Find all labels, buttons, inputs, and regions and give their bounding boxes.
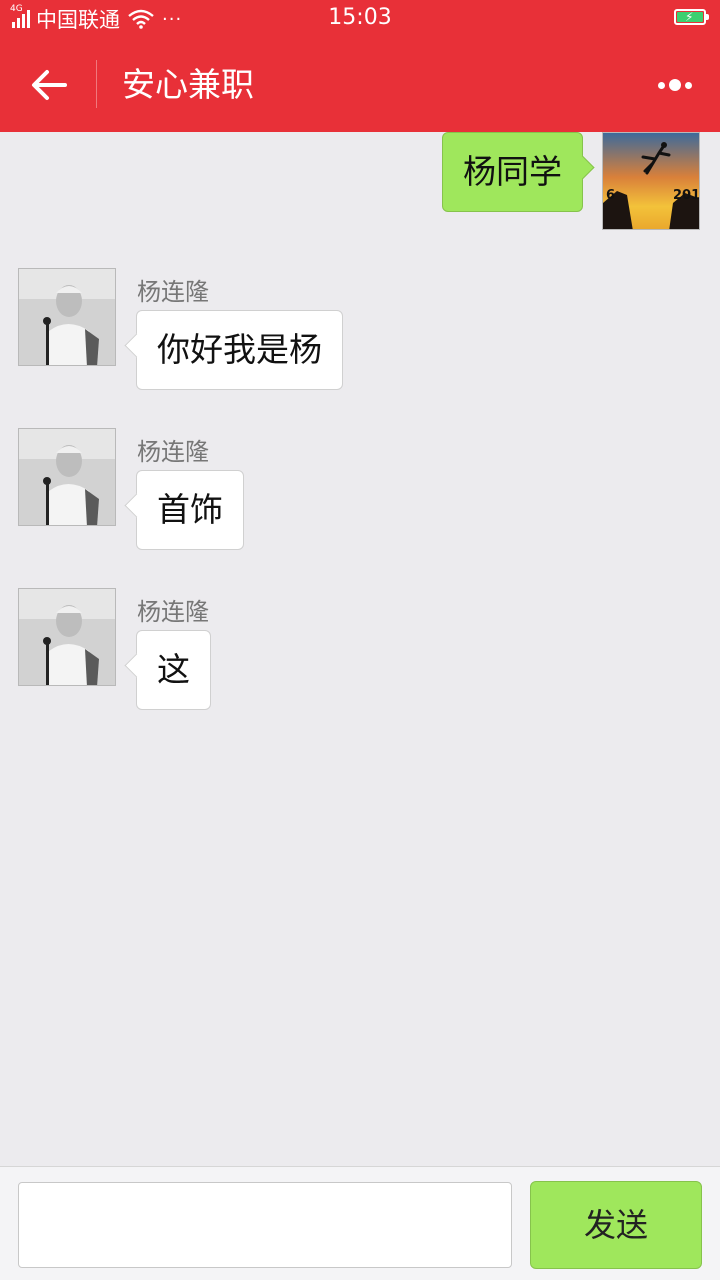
back-button[interactable]: [20, 58, 78, 112]
message-input[interactable]: [18, 1182, 512, 1268]
send-button[interactable]: 发送: [530, 1181, 702, 1269]
input-bar: 发送: [0, 1166, 720, 1280]
incoming-message-bubble[interactable]: 这: [136, 630, 211, 710]
contact-avatar[interactable]: [18, 428, 116, 526]
contact-avatar[interactable]: [18, 268, 116, 366]
page-title: 安心兼职: [122, 65, 254, 104]
status-time: 15:03: [328, 5, 392, 30]
battery-icon: ⚡: [674, 9, 709, 25]
nav-bar: 安心兼职: [0, 38, 720, 132]
self-avatar[interactable]: 6 2017: [602, 132, 700, 230]
incoming-message-bubble[interactable]: 你好我是杨: [136, 310, 343, 390]
arrow-left-icon: [32, 70, 67, 100]
chat-area: 杨同学 6 2017: [0, 132, 720, 1166]
more-button[interactable]: [650, 66, 700, 104]
avatar-caption-left: 6: [606, 188, 615, 203]
status-bar: 4G 中国联通 ··· 15:03 ⚡: [0, 0, 720, 38]
charging-bolt-icon: ⚡: [685, 10, 694, 24]
nav-divider: [96, 60, 97, 108]
outgoing-message-bubble[interactable]: 杨同学: [442, 132, 583, 212]
sender-name: 杨连隆: [137, 598, 209, 626]
incoming-message-bubble[interactable]: 首饰: [136, 470, 244, 550]
sender-name: 杨连隆: [137, 438, 209, 466]
sender-name: 杨连隆: [137, 278, 209, 306]
more-dots-icon: [658, 81, 665, 89]
avatar-caption-right: 2017: [673, 188, 700, 203]
contact-avatar[interactable]: [18, 588, 116, 686]
